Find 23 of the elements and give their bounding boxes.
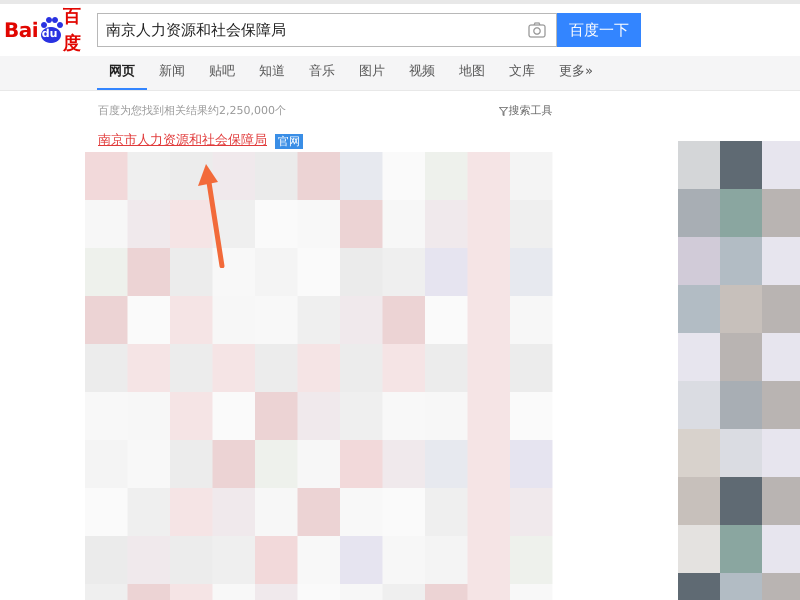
logo-text: 百度 — [62, 5, 82, 56]
logo-text: Bai — [4, 17, 38, 44]
official-badge: 官网 — [275, 134, 303, 148]
search-tools-link[interactable]: 搜索工具 — [508, 102, 552, 120]
logo-text: du — [42, 26, 58, 42]
nav-tab[interactable]: 网页 — [97, 56, 147, 90]
nav-tab[interactable]: 地图 — [447, 56, 497, 90]
nav-tab[interactable]: 视频 — [397, 56, 447, 90]
nav-tab[interactable]: 更多» — [547, 56, 605, 90]
search-button[interactable]: 百度一下 — [557, 13, 641, 47]
result-count: 百度为您找到相关结果约2,250,000个 — [98, 102, 286, 119]
filter-icon — [498, 106, 508, 116]
nav-tab[interactable]: 贴吧 — [197, 56, 247, 90]
nav-tab[interactable]: 新闻 — [147, 56, 197, 90]
nav-tab[interactable]: 图片 — [347, 56, 397, 90]
nav-tab[interactable]: 音乐 — [297, 56, 347, 90]
search-field[interactable]: 南京人力资源和社会保障局 — [97, 13, 557, 47]
search-query: 南京人力资源和社会保障局 — [106, 20, 287, 41]
result-title-link[interactable]: 南京市人力资源和社会保障局 — [98, 131, 267, 151]
paw-logo-icon — [38, 16, 63, 44]
nav-tab[interactable]: 知道 — [247, 56, 297, 90]
camera-icon[interactable] — [528, 22, 546, 38]
nav-tab[interactable]: 文库 — [497, 56, 547, 90]
